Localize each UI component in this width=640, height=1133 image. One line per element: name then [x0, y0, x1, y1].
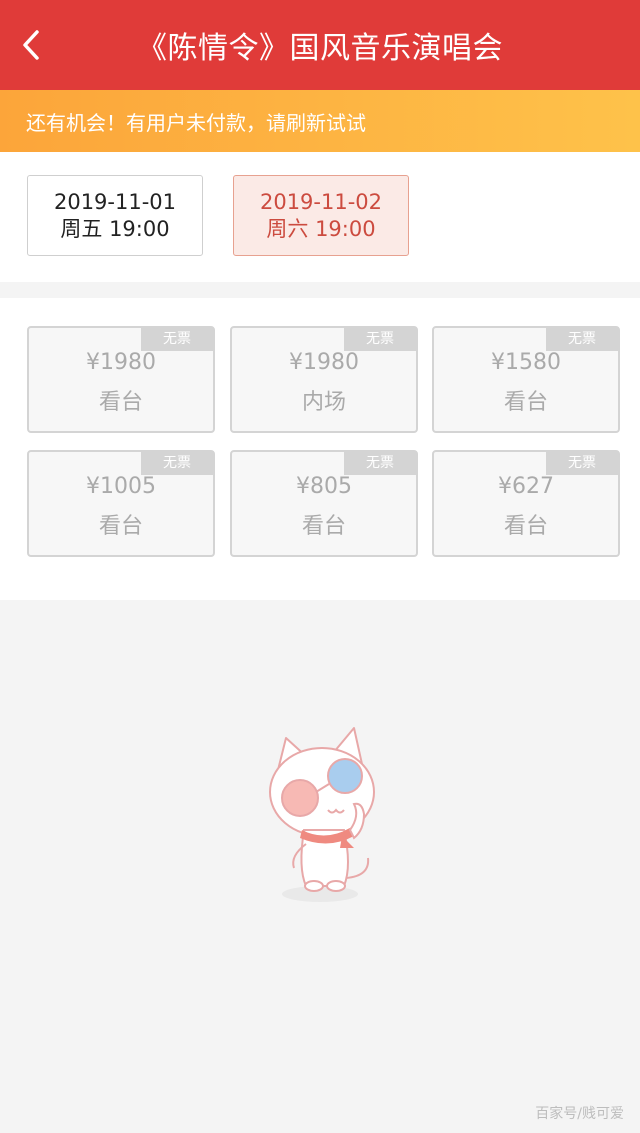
date-label: 2019-11-01: [53, 189, 177, 214]
watermark: 百家号/贱可爱: [535, 1106, 624, 1122]
sold-out-badge: 无票: [141, 328, 213, 351]
ticket-price: ¥805: [296, 474, 352, 499]
cat-mascot-icon: [269, 727, 375, 902]
weekday-time-label: 周五 19:00: [60, 216, 170, 241]
ticket-price: ¥1980: [86, 350, 156, 375]
page-title: 《陈情令》国风音乐演唱会: [137, 31, 503, 66]
ticket-tier-grid: 无票 ¥1980 看台 无票 ¥1980 内场 无票 ¥1580 看台 无票 ¥…: [0, 298, 640, 600]
ticket-area: 看台: [301, 514, 346, 539]
chevron-left-icon: [23, 30, 39, 60]
ticket-tier[interactable]: 无票 ¥1980 内场: [230, 326, 418, 433]
sold-out-badge: 无票: [546, 452, 618, 475]
ticket-area: 看台: [98, 390, 143, 415]
sold-out-badge: 无票: [546, 328, 618, 351]
ticket-tier[interactable]: 无票 ¥1005 看台: [27, 450, 215, 557]
ticket-area: 看台: [503, 514, 548, 539]
sold-out-badge: 无票: [344, 328, 416, 351]
sold-out-badge: 无票: [344, 452, 416, 475]
ticket-tier[interactable]: 无票 ¥627 看台: [432, 450, 620, 557]
date-selector: 2019-11-01 周五 19:00 2019-11-02 周六 19:00: [0, 152, 640, 282]
ticket-price: ¥1980: [289, 350, 359, 375]
ticket-area: 看台: [98, 514, 143, 539]
ticket-price: ¥1580: [491, 350, 561, 375]
ticket-price: ¥627: [498, 474, 554, 499]
ticket-tier[interactable]: 无票 ¥1980 看台: [27, 326, 215, 433]
ticket-area: 看台: [503, 390, 548, 415]
weekday-time-label: 周六 19:00: [266, 216, 376, 241]
refresh-notice: 还有机会！有用户未付款，请刷新试试: [0, 90, 640, 152]
ticket-tier[interactable]: 无票 ¥805 看台: [230, 450, 418, 557]
top-bar: 《陈情令》国风音乐演唱会: [0, 0, 640, 90]
back-button[interactable]: [14, 28, 48, 62]
date-option-2[interactable]: 2019-11-02 周六 19:00: [233, 175, 409, 256]
ticket-price: ¥1005: [86, 474, 156, 499]
sold-out-badge: 无票: [141, 452, 213, 475]
ticket-area: 内场: [301, 390, 346, 415]
ticket-tier[interactable]: 无票 ¥1580 看台: [432, 326, 620, 433]
date-option-1[interactable]: 2019-11-01 周五 19:00: [27, 175, 203, 256]
date-label: 2019-11-02: [259, 189, 383, 214]
